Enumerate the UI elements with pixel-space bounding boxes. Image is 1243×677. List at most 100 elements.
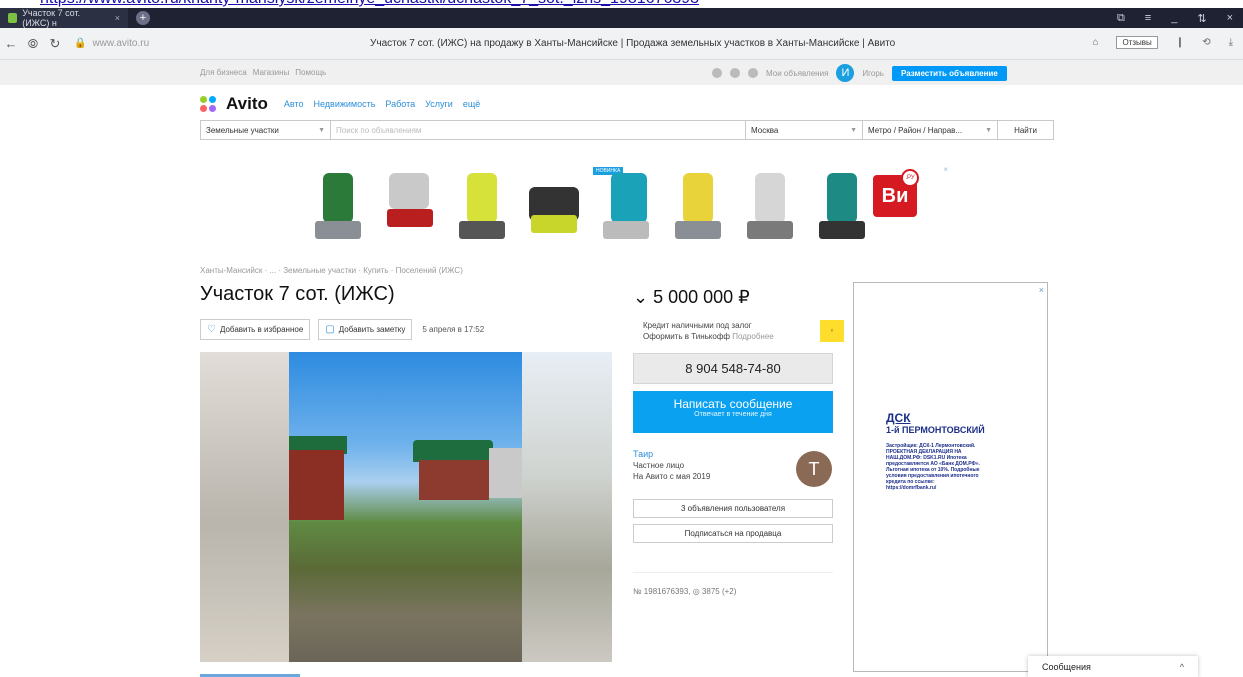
listing-date: 5 апреля в 17:52 — [422, 325, 485, 334]
house-left — [289, 450, 344, 520]
vi-logo[interactable]: Ви .РУ — [873, 165, 923, 245]
reviews-button[interactable]: Отзывы — [1116, 36, 1158, 49]
avito-logo-icon[interactable] — [200, 96, 216, 112]
shield-icon[interactable]: ⦾ — [22, 36, 44, 52]
side-ad-brand: ДСК 1-й ПЕРМОНТОВСКИЙ — [886, 411, 985, 435]
prev-photo-blur[interactable] — [200, 352, 289, 662]
url-link[interactable]: https://www.avito.ru/khanty-mansiysk/zem… — [40, 0, 699, 8]
tool-router-green-icon — [807, 165, 877, 245]
house-far-right — [489, 448, 522, 498]
avatar[interactable]: Т — [796, 451, 832, 487]
top-link-shops[interactable]: Магазины — [253, 68, 290, 77]
site-topbar: Для бизнеса Магазины Помощь Мои объявлен… — [0, 60, 1243, 85]
menu-icon[interactable]: ≡ — [1145, 12, 1151, 25]
side-ad[interactable]: × ДСК 1-й ПЕРМОНТОВСКИЙ Застройщик: ДСК-1… — [853, 282, 1048, 672]
ad-close-icon[interactable]: × — [943, 165, 948, 174]
browser-tab[interactable]: Участок 7 сот. (ИЖС) н × — [0, 8, 128, 28]
reply-time: Отвечает в течение дня — [694, 411, 772, 418]
window-bookmark-icon[interactable]: ⧉ — [1117, 12, 1125, 25]
subscribe-button[interactable]: Подписаться на продавца — [633, 524, 833, 543]
sync-icon[interactable]: ⟲ — [1202, 37, 1210, 48]
write-message-button[interactable]: Написать сообщение Отвечает в течение дн… — [633, 391, 833, 433]
address-bar: ← ⦾ ↻ 🔒 www.avito.ru Участок 7 сот. (ИЖС… — [0, 28, 1243, 60]
house-roof-right — [413, 440, 493, 462]
city-value: Москва — [751, 125, 779, 135]
reload-icon[interactable]: ↻ — [44, 36, 66, 52]
add-note-label: Добавить заметку — [338, 325, 406, 334]
logo-text[interactable]: Avito — [226, 94, 268, 114]
category-value: Земельные участки — [206, 125, 279, 135]
add-favorite-button[interactable]: ♡ Добавить в избранное — [200, 319, 311, 340]
heart-icon[interactable] — [712, 68, 722, 78]
new-tab-button[interactable]: + — [136, 11, 150, 25]
tinkoff-logo-icon: T — [820, 320, 844, 342]
top-link-help[interactable]: Помощь — [295, 68, 326, 77]
post-ad-button[interactable]: Разместить объявление — [891, 65, 1007, 81]
bookmark-icon[interactable]: ❙ — [1176, 37, 1184, 48]
page-title-in-bar: Участок 7 сот. (ИЖС) на продажу в Ханты-… — [370, 38, 896, 49]
add-note-button[interactable]: ▢ Добавить заметку — [318, 319, 413, 340]
main-photo[interactable] — [289, 352, 522, 662]
find-button[interactable]: Найти — [998, 121, 1053, 139]
add-favorite-label: Добавить в избранное — [219, 325, 304, 334]
messages-widget[interactable]: Сообщения ^ — [1028, 656, 1198, 677]
page-title: Участок 7 сот. (ИЖС) — [200, 283, 395, 305]
phone-button[interactable]: 8 904 548-74-80 — [633, 353, 833, 384]
price-chevron-icon[interactable]: ⌄ — [633, 287, 648, 307]
tool-router-icon — [303, 165, 373, 245]
credit-more-link[interactable]: Подробнее — [732, 332, 774, 341]
nav-realty[interactable]: Недвижимость — [314, 99, 376, 109]
side-ad-text: Застройщик: ДСК-1 Лермонтовский. ПРОЕКТН… — [886, 443, 980, 491]
ad-banner[interactable]: НОВИНКА Ви .РУ × — [303, 165, 948, 245]
category-select[interactable]: Земельные участки ▼ — [201, 121, 331, 139]
user-name[interactable]: Игорь — [862, 69, 884, 78]
credit-offer[interactable]: Кредит наличными под залог Оформить в Ти… — [643, 320, 774, 342]
extension-icon[interactable]: ⌂ — [1092, 37, 1098, 48]
close-window-icon[interactable]: × — [1227, 12, 1233, 25]
note-icon: ▢ — [325, 324, 335, 335]
side-ad-brand-name: ДСК — [886, 411, 911, 425]
chevron-up-icon[interactable]: ^ — [1180, 662, 1184, 672]
search-input[interactable]: Поиск по объявлениям — [331, 121, 746, 139]
nav-services[interactable]: Услуги — [425, 99, 453, 109]
url-banner[interactable]: https://www.avito.ru/khanty-mansiysk/zem… — [0, 0, 1243, 8]
bell-icon[interactable] — [730, 68, 740, 78]
user-avatar[interactable]: И — [836, 64, 855, 82]
chevron-down-icon: ▼ — [318, 126, 325, 134]
credit-line2-wrap: Оформить в Тинькофф Подробнее — [643, 331, 774, 342]
tool-router-white-icon — [735, 165, 805, 245]
breadcrumb[interactable]: Ханты-Мансийск · ... · Земельные участки… — [200, 266, 463, 275]
price: ⌄ 5 000 000 ₽ — [633, 287, 750, 308]
minimize-icon[interactable]: _ — [1171, 12, 1177, 25]
top-links: Для бизнеса Магазины Помощь — [200, 68, 326, 77]
download-icon[interactable]: ⤓ — [1229, 37, 1233, 48]
address-tools: ⌂ Отзывы ❙ ⟲ ⤓ — [1092, 36, 1233, 49]
user-ads-button[interactable]: 3 объявления пользователя — [633, 499, 833, 518]
next-photo-blur[interactable] — [522, 352, 612, 662]
price-value: 5 000 000 ₽ — [653, 287, 750, 307]
top-user-area: Мои объявления И Игорь Разместить объявл… — [712, 64, 1007, 82]
nav-jobs[interactable]: Работа — [385, 99, 415, 109]
listing-actions: ♡ Добавить в избранное ▢ Добавить заметку … — [200, 319, 484, 340]
seller-info: Таир Частное лицо На Авито с мая 2019 — [633, 449, 710, 482]
nav-more[interactable]: ещё — [463, 99, 480, 109]
tab-close-icon[interactable]: × — [115, 13, 120, 23]
side-ad-sub: 1-й ПЕРМОНТОВСКИЙ — [886, 425, 985, 435]
seller-name[interactable]: Таир — [633, 449, 710, 460]
side-ad-close-icon[interactable]: × — [1039, 285, 1044, 295]
favicon-icon — [8, 13, 18, 23]
chevron-down-icon: ▼ — [850, 126, 857, 134]
photo-gallery[interactable] — [200, 352, 612, 662]
top-link-business[interactable]: Для бизнеса — [200, 68, 247, 77]
address-host[interactable]: www.avito.ru — [92, 38, 149, 49]
back-icon[interactable]: ← — [0, 36, 22, 51]
nav-auto[interactable]: Авто — [284, 99, 304, 109]
my-ads-link[interactable]: Мои объявления — [766, 69, 828, 78]
chat-icon[interactable] — [748, 68, 758, 78]
tool-router-yellow-icon — [663, 165, 733, 245]
city-select[interactable]: Москва ▼ — [746, 121, 863, 139]
vi-ru-badge: .РУ — [901, 169, 919, 187]
heart-icon: ♡ — [207, 324, 216, 335]
restore-icon[interactable]: ⇅ — [1197, 12, 1206, 25]
metro-select[interactable]: Метро / Район / Направ... ▼ — [863, 121, 998, 139]
